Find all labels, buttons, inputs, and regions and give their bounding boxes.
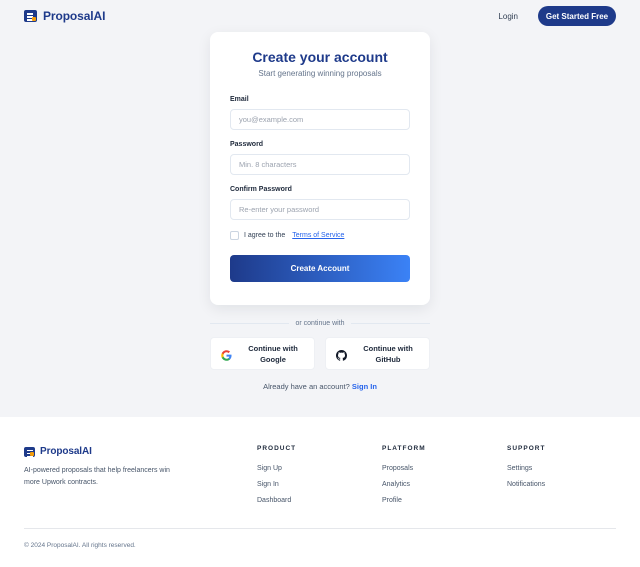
email-label: Email [230, 96, 249, 103]
terms-of-service-link[interactable]: Terms of Service [292, 232, 344, 239]
footer-link-dashboard[interactable]: Dashboard [257, 497, 296, 504]
footer-link-sign-up[interactable]: Sign Up [257, 465, 296, 472]
logo-icon [24, 10, 37, 22]
password-label: Password [230, 141, 264, 148]
footer-col-platform: PLATFORM Proposals Analytics Profile [382, 445, 426, 513]
terms-prefix: I agree to the [244, 232, 286, 239]
github-button-label: Continue with GitHub [363, 343, 413, 364]
footer-brand[interactable]: ProposalAI [24, 446, 92, 457]
divider-text: or continue with [295, 319, 345, 327]
password-field[interactable] [230, 154, 410, 175]
footer-brand-name: ProposalAI [40, 446, 92, 457]
footer-link-sign-in[interactable]: Sign In [257, 481, 296, 488]
confirm-password-label: Confirm Password [230, 186, 292, 193]
terms-checkbox[interactable] [230, 231, 239, 240]
footer-tagline: AI-powered proposals that help freelance… [24, 467, 170, 486]
confirm-password-field[interactable] [230, 199, 410, 220]
footer-link-proposals[interactable]: Proposals [382, 465, 426, 472]
terms-row: I agree to the Terms of Service [230, 231, 344, 240]
google-icon [221, 348, 232, 361]
google-button[interactable]: Continue with Google [210, 337, 315, 370]
github-button[interactable]: Continue with GitHub [325, 337, 430, 370]
signin-prompt-row: Already have an account? Sign In [0, 382, 640, 391]
brand-name: ProposalAI [43, 9, 106, 23]
signin-prompt: Already have an account? [263, 382, 350, 391]
brand-logo[interactable]: ProposalAI [24, 9, 105, 23]
login-link[interactable]: Login [498, 12, 518, 21]
footer-col-title: SUPPORT [507, 445, 546, 452]
footer-logo-icon [24, 446, 35, 457]
divider-line-right [350, 322, 430, 324]
footer-link-settings[interactable]: Settings [507, 465, 545, 472]
divider-line-left [210, 322, 290, 324]
footer-col-product: PRODUCT Sign Up Sign In Dashboard [257, 445, 296, 513]
page-title: Create your account [252, 49, 388, 65]
email-field[interactable] [230, 109, 410, 130]
footer-divider [24, 528, 616, 529]
footer-col-title: PLATFORM [382, 445, 426, 452]
page-subtitle: Start generating winning proposals [258, 69, 382, 78]
signup-card: Create your account Start generating win… [210, 32, 430, 305]
sign-in-link[interactable]: Sign In [352, 382, 377, 391]
create-account-button[interactable]: Create Account [230, 255, 410, 282]
get-started-button[interactable]: Get Started Free [538, 6, 616, 26]
github-icon [336, 348, 347, 361]
footer-col-title: PRODUCT [257, 445, 297, 452]
site-footer: ProposalAI AI-powered proposals that hel… [0, 417, 640, 567]
google-button-label: Continue with Google [248, 343, 298, 364]
social-divider: or continue with [210, 318, 430, 328]
nav-actions: Login Get Started Free [498, 6, 616, 26]
footer-copyright: © 2024 ProposalAI. All rights reserved. [24, 542, 136, 549]
footer-link-analytics[interactable]: Analytics [382, 481, 426, 488]
footer-link-profile[interactable]: Profile [382, 497, 426, 504]
footer-col-support: SUPPORT Settings Notifications [507, 445, 545, 497]
top-nav: ProposalAI Login Get Started Free [0, 0, 640, 32]
footer-link-notifications[interactable]: Notifications [507, 481, 545, 488]
